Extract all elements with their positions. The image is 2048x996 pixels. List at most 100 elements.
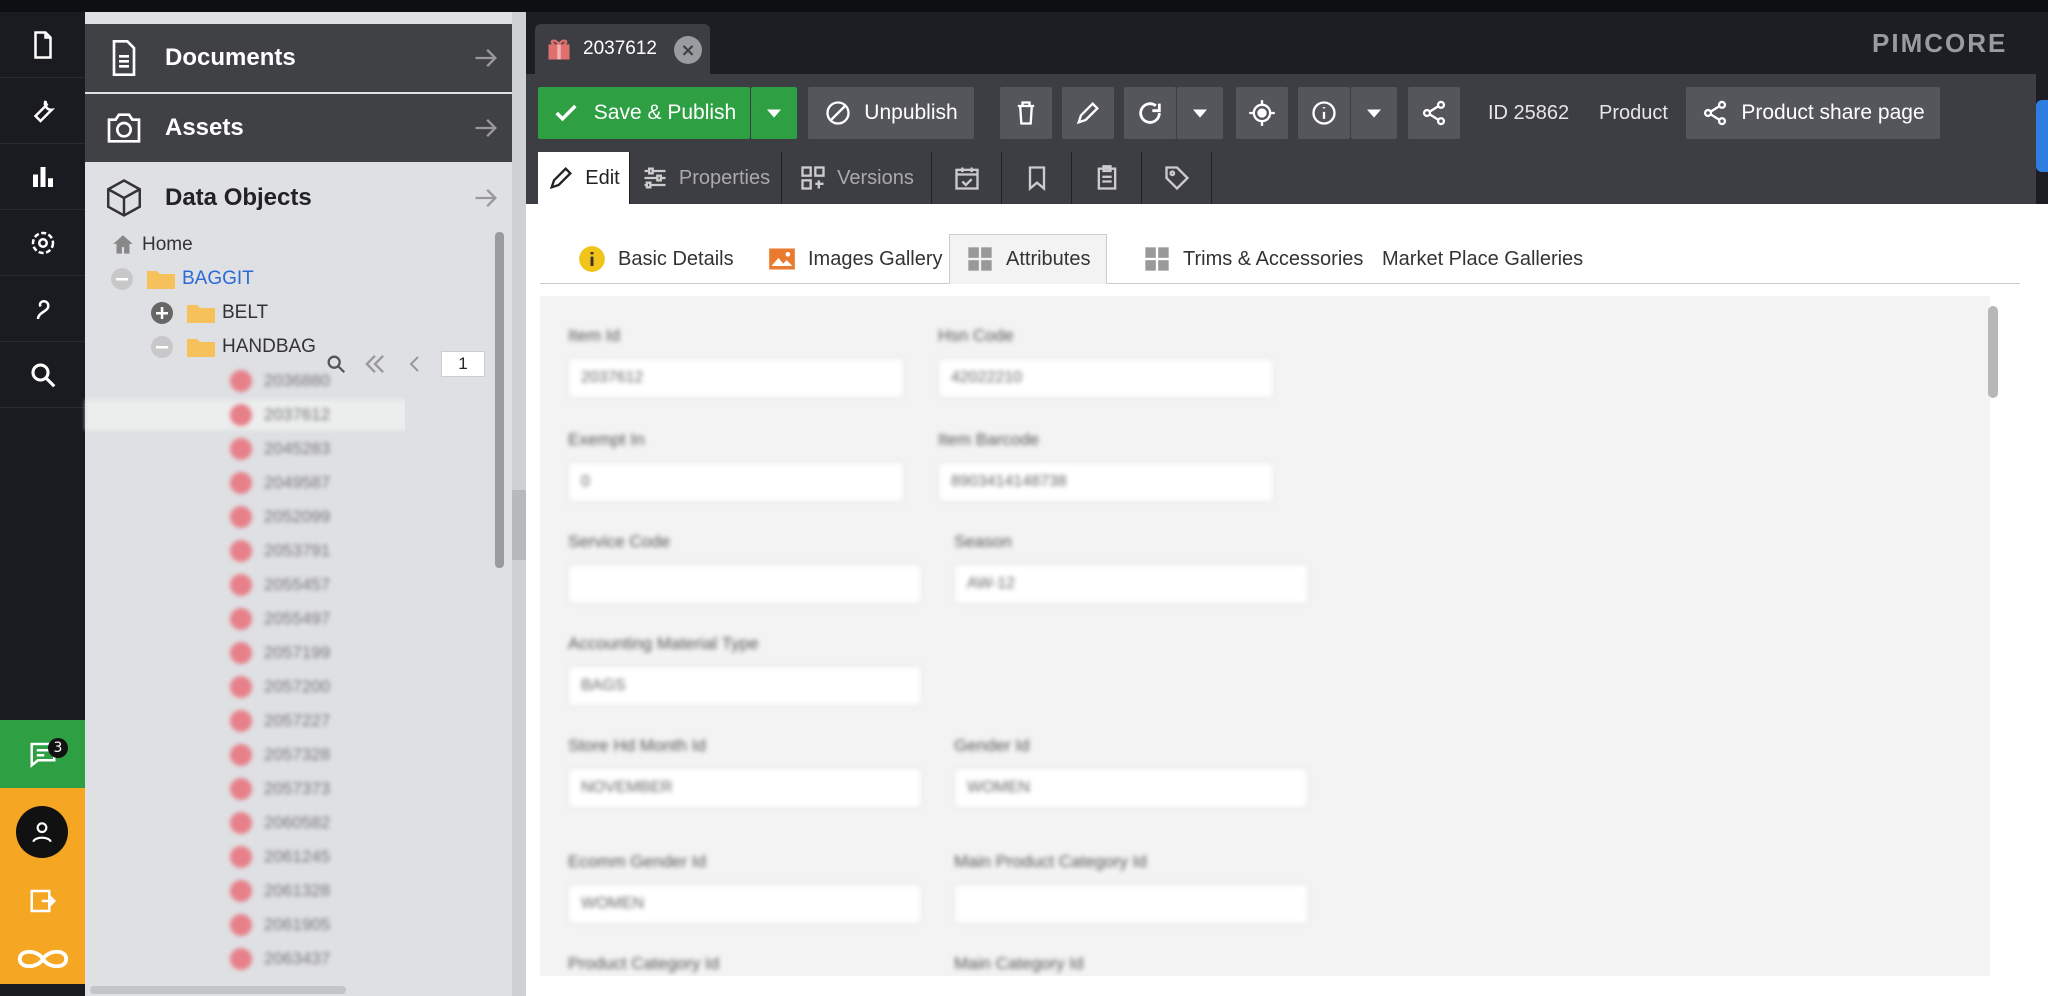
tab-basic-details[interactable]: Basic Details (568, 234, 744, 284)
save-publish-button[interactable]: Save & Publish (538, 87, 750, 139)
tree-item[interactable]: 2036880 (150, 366, 330, 396)
tree-item[interactable]: 2045283 (150, 434, 330, 464)
tab-attributes[interactable]: Attributes (949, 234, 1108, 284)
save-options-dropdown[interactable] (751, 87, 797, 139)
tree-node-belt[interactable]: BELT (150, 298, 268, 328)
double-chevron-left-icon[interactable] (361, 350, 389, 378)
tree-item[interactable]: 2057199 (150, 638, 330, 668)
object-id-label: ID 25862 (1488, 101, 1570, 124)
tab-images-gallery[interactable]: Images Gallery (758, 234, 953, 284)
collapse-icon[interactable] (150, 335, 174, 359)
tree-item[interactable]: 2049587 (150, 468, 330, 498)
tree-item[interactable]: 2057373 (150, 774, 330, 804)
tree-pager: 1 (325, 349, 485, 379)
tab-market-place-galleries[interactable]: Market Place Galleries (1372, 234, 1593, 284)
season-field[interactable]: AW-12 (954, 564, 1308, 604)
chevron-left-icon[interactable] (403, 352, 427, 376)
tree-item[interactable]: 2057200 (150, 672, 330, 702)
tree-item[interactable]: 2063437 (150, 944, 330, 974)
tree-item[interactable]: 2060582 (150, 808, 330, 838)
rename-button[interactable] (1062, 87, 1114, 139)
close-icon[interactable]: × (674, 36, 702, 64)
info-options-dropdown[interactable] (1351, 87, 1397, 139)
open-object-tab[interactable]: 2037612 × (535, 24, 710, 74)
tree-item-label: 2057328 (264, 745, 331, 764)
assets-accordion[interactable]: Assets (85, 94, 512, 162)
tab-notes[interactable] (1072, 152, 1142, 204)
arrow-right-icon[interactable] (472, 114, 500, 142)
main-product-category-id-field[interactable] (954, 884, 1308, 924)
panel-splitter[interactable] (512, 12, 526, 996)
tree-item-label: 2052099 (264, 507, 331, 526)
tree-item[interactable]: 2061905 (150, 910, 330, 940)
tree-item[interactable]: 2057328 (150, 740, 330, 770)
unpublish-button[interactable]: Unpublish (808, 87, 974, 139)
tree-item[interactable]: 2057227 (150, 706, 330, 736)
data-objects-accordion[interactable]: Data Objects (85, 164, 512, 232)
tag-icon (1164, 166, 1189, 191)
arrow-right-icon[interactable] (472, 184, 500, 212)
ecomm-gender-id-field[interactable]: WOMEN (568, 884, 922, 924)
arrow-right-icon[interactable] (472, 44, 500, 72)
tree-item[interactable]: 2055457 (150, 570, 330, 600)
form-scrollbar[interactable] (1988, 306, 1998, 398)
object-icon (230, 710, 252, 732)
object-icon (230, 506, 252, 528)
tree-node-home[interactable]: Home (110, 230, 193, 260)
tree-horizontal-scrollbar[interactable] (90, 986, 346, 994)
tree-item-label: 2061905 (264, 915, 331, 934)
tree-item-label: 2037612 (264, 405, 331, 424)
tree-scrollbar[interactable] (495, 232, 504, 568)
object-icon (230, 744, 252, 766)
tree-node-handbag[interactable]: HANDBAG (150, 332, 316, 362)
hsn-code-field[interactable]: 42022210 (938, 358, 1274, 398)
tab-edit[interactable]: Edit (538, 152, 630, 204)
tree-item[interactable]: 2052099 (150, 502, 330, 532)
info-button[interactable] (1298, 87, 1350, 139)
item-barcode-field[interactable]: 8903414148738 (938, 462, 1274, 502)
file-menu-button[interactable] (0, 12, 85, 78)
expand-icon[interactable] (150, 301, 174, 325)
tools-menu-button[interactable] (0, 78, 85, 144)
tree-item[interactable]: 2061245 (150, 842, 330, 872)
tree-item[interactable]: 2053791 (150, 536, 330, 566)
tab-tags[interactable] (1142, 152, 1212, 204)
caret-down-icon (1367, 109, 1381, 118)
service-code-field[interactable] (568, 564, 922, 604)
marketing-reports-button[interactable] (0, 144, 85, 210)
tree-item-label: 2060582 (264, 813, 331, 832)
exempt-in-field[interactable]: 0 (568, 462, 904, 502)
tree-node-baggit[interactable]: BAGGIT (110, 264, 254, 294)
search-icon[interactable] (325, 353, 347, 375)
product-share-page-button[interactable]: Product share page (1686, 87, 1940, 139)
side-scroll-indicator[interactable] (2036, 100, 2048, 172)
grid-icon (1145, 247, 1169, 271)
tree-item-label: 2055457 (264, 575, 331, 594)
store-hd-month-id-field[interactable]: NOVEMBER (568, 768, 922, 808)
tab-trims-accessories[interactable]: Trims & Accessories (1133, 234, 1373, 284)
item-id-field[interactable]: 2037612 (568, 358, 904, 398)
tab-bookmark[interactable] (1002, 152, 1072, 204)
tab-properties[interactable]: Properties (630, 152, 782, 204)
collapse-icon[interactable] (110, 267, 134, 291)
collapse-handle[interactable] (512, 490, 526, 560)
tree-item[interactable]: 2055497 (150, 604, 330, 634)
refresh-icon (1139, 102, 1161, 124)
tree-item-label: 2057227 (264, 711, 331, 730)
delete-button[interactable] (1000, 87, 1052, 139)
reload-options-dropdown[interactable] (1177, 87, 1223, 139)
documents-label: Documents (165, 44, 296, 71)
tree-item[interactable]: 2061328 (150, 876, 330, 906)
page-number-input[interactable]: 1 (441, 351, 485, 377)
accounting-material-type-field[interactable]: BAGS (568, 666, 922, 706)
tree-item-label: 2061245 (264, 847, 331, 866)
reload-button[interactable] (1124, 87, 1176, 139)
share-button[interactable] (1408, 87, 1460, 139)
tree-item-selected[interactable]: 2037612 (86, 400, 405, 430)
documents-accordion[interactable]: Documents (85, 24, 512, 92)
gender-id-field[interactable]: WOMEN (954, 768, 1308, 808)
show-in-tree-button[interactable] (1236, 87, 1288, 139)
tab-versions-label: Versions (837, 166, 914, 189)
tab-versions[interactable]: Versions (782, 152, 932, 204)
tab-schedule[interactable] (932, 152, 1002, 204)
